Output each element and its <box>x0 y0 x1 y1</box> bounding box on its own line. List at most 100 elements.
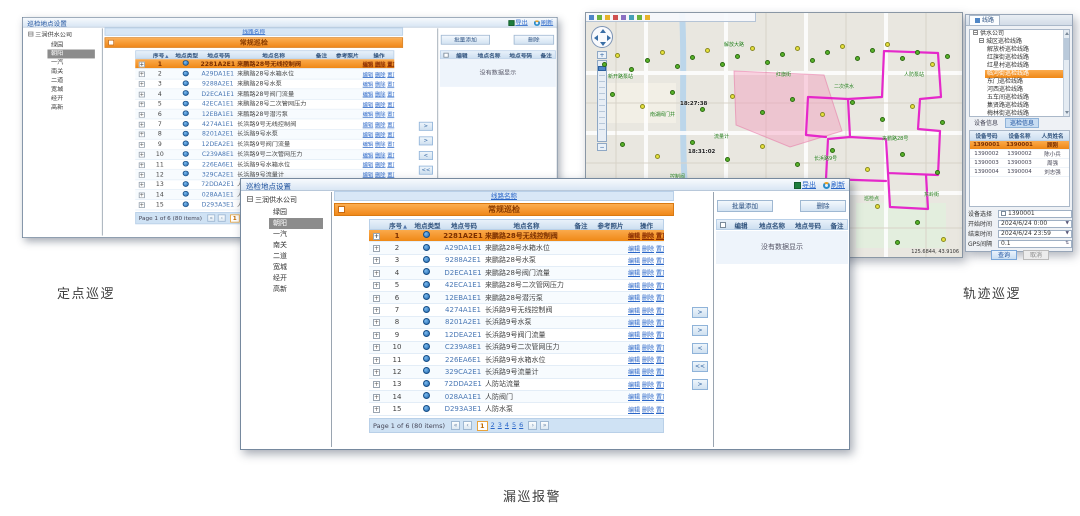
row-action-link[interactable]: 删除 <box>642 357 654 364</box>
tree-collapse-icon[interactable] <box>979 38 984 43</box>
scroll-up-icon[interactable] <box>1065 32 1069 35</box>
patrol-table-row[interactable]: +14028AA1E1人防阀门编辑删除置顶 <box>369 391 664 403</box>
page-number[interactable]: 5 <box>512 421 516 431</box>
dialog-tree-item[interactable]: 宽城 <box>269 262 323 273</box>
map-marker[interactable] <box>655 154 660 159</box>
row-action-link[interactable]: 置顶 <box>387 112 394 118</box>
row-action-link[interactable]: 置顶 <box>656 345 664 352</box>
row-action-link[interactable]: 删除 <box>375 62 386 68</box>
row-action-link[interactable]: 置顶 <box>656 320 664 327</box>
tree-collapse-icon[interactable] <box>973 30 978 35</box>
row-expand-icon[interactable]: + <box>139 102 145 108</box>
patrol-table-row[interactable]: +12329CA2E1长浜路9号流量计编辑删除置顶 <box>369 366 664 378</box>
row-action-link[interactable]: 编辑 <box>628 369 640 376</box>
row-action-link[interactable]: 编辑 <box>628 246 640 253</box>
map-marker[interactable] <box>820 112 825 117</box>
column-header[interactable]: 序号▲ <box>149 51 172 59</box>
patrol-table-row[interactable]: +1372DDA2E1人防站流量编辑删除置顶 <box>369 379 664 391</box>
row-action-link[interactable]: 编辑 <box>363 142 374 148</box>
row-action-link[interactable]: 删除 <box>642 283 654 290</box>
row-action-link[interactable]: 置顶 <box>656 332 664 339</box>
map-marker[interactable] <box>825 50 830 55</box>
refresh-button[interactable]: 刷新 <box>534 19 553 27</box>
row-action-link[interactable]: 编辑 <box>363 152 374 158</box>
device-table-row[interactable]: 13900041390004刘志强 <box>970 168 1069 177</box>
map-marker[interactable] <box>941 237 946 242</box>
map-tool-icon[interactable] <box>645 15 650 20</box>
row-action-link[interactable]: 编辑 <box>628 345 640 352</box>
patrol-table-row[interactable]: +74274A1E1长浜路9号无线控制阀编辑删除置顶 <box>369 304 664 316</box>
patrol-table-row[interactable]: +10C239A8E1长浜路9号二次管网压力编辑删除置顶 <box>135 150 394 160</box>
page-number[interactable]: 4 <box>505 421 509 431</box>
map-pan-control[interactable] <box>591 26 613 48</box>
row-action-link[interactable]: 编辑 <box>628 258 640 265</box>
zoom-in-button[interactable]: + <box>597 51 607 59</box>
form-field-select[interactable]: 2024/6/24 0:00▼ <box>998 220 1072 228</box>
row-action-link[interactable]: 编辑 <box>628 270 640 277</box>
export-button[interactable]: 导出 <box>794 180 816 190</box>
dialog-tree-item[interactable]: 南关 <box>47 67 94 76</box>
row-action-link[interactable]: 删除 <box>642 394 654 401</box>
pan-right-icon[interactable] <box>607 35 611 41</box>
route-group-bar[interactable]: 常规巡检 <box>105 37 404 48</box>
dialog-tree-item[interactable]: 南关 <box>269 240 323 251</box>
patrol-table-row[interactable]: +12281A2E1来鹏路28号无线控制阀编辑删除置顶 <box>369 230 664 242</box>
select-all-checkbox[interactable] <box>443 52 448 57</box>
patrol-table-row[interactable]: +39288A2E1来鹏路28号水泵编辑删除置顶 <box>369 255 664 267</box>
row-action-link[interactable]: 编辑 <box>628 382 640 389</box>
transfer-button[interactable]: < <box>419 151 433 160</box>
transfer-button[interactable]: > <box>419 122 433 131</box>
row-action-link[interactable]: 置顶 <box>387 72 394 78</box>
map-marker[interactable] <box>700 107 705 112</box>
row-action-link[interactable]: 置顶 <box>656 369 664 376</box>
patrol-table-row[interactable]: +74274A1E1长浜路9号无线控制阀编辑删除置顶 <box>135 120 394 130</box>
zoom-out-button[interactable]: − <box>597 143 607 151</box>
map-tool-icon[interactable] <box>621 15 626 20</box>
map-marker[interactable] <box>765 60 770 65</box>
window-titlebar[interactable]: 巡检地点设置 导出 刷新 <box>23 18 557 28</box>
patrol-table-row[interactable]: +2A29DA1E1来鹏路28号水箱水位编辑删除置顶 <box>135 69 394 79</box>
map-marker[interactable] <box>690 55 695 60</box>
batch-add-button[interactable]: 批量添加 <box>441 35 490 45</box>
form-field-checkbox[interactable]: 1390001 <box>998 210 1072 218</box>
row-expand-icon[interactable]: + <box>139 72 145 78</box>
map-marker[interactable] <box>915 50 920 55</box>
query-button[interactable]: 查询 <box>991 250 1017 260</box>
map-marker[interactable] <box>760 144 765 149</box>
row-expand-icon[interactable]: + <box>373 381 380 388</box>
export-button[interactable]: 导出 <box>508 19 527 27</box>
row-expand-icon[interactable]: + <box>373 257 380 264</box>
row-action-link[interactable]: 置顶 <box>387 102 394 108</box>
device-table-row[interactable]: 13900021390002陈小兵 <box>970 150 1069 159</box>
dialog-tree-item[interactable]: 朝阳 <box>269 218 323 229</box>
map-marker[interactable] <box>855 56 860 61</box>
row-action-link[interactable]: 删除 <box>375 152 386 158</box>
map-tool-icon[interactable] <box>597 15 602 20</box>
row-action-link[interactable]: 删除 <box>375 142 386 148</box>
patrol-table-row[interactable]: +612EBA1E1来鹏路28号潜污泵编辑删除置顶 <box>369 292 664 304</box>
row-action-link[interactable]: 删除 <box>375 102 386 108</box>
patrol-table-row[interactable]: +88201A2E1长浜路9号水泵编辑删除置顶 <box>369 317 664 329</box>
row-expand-icon[interactable]: + <box>373 282 380 289</box>
patrol-table-row[interactable]: +10C239A8E1长浜路9号二次管网压力编辑删除置顶 <box>369 342 664 354</box>
first-page-button[interactable]: « <box>451 421 460 430</box>
row-action-link[interactable]: 删除 <box>375 92 386 98</box>
row-expand-icon[interactable]: + <box>373 344 380 351</box>
first-page-button[interactable]: « <box>207 214 215 221</box>
map-marker[interactable] <box>880 117 885 122</box>
row-expand-icon[interactable]: + <box>139 82 145 88</box>
row-action-link[interactable]: 删除 <box>642 258 654 265</box>
map-tool-icon[interactable] <box>605 15 610 20</box>
dialog-tree-item[interactable]: 经开 <box>269 273 323 284</box>
zoom-slider[interactable] <box>597 60 607 142</box>
map-marker[interactable] <box>645 58 650 63</box>
row-expand-icon[interactable]: + <box>373 233 380 240</box>
row-expand-icon[interactable]: + <box>139 142 145 148</box>
row-action-link[interactable]: 编辑 <box>628 320 640 327</box>
map-marker[interactable] <box>895 240 900 245</box>
transfer-button[interactable]: < <box>692 343 708 354</box>
row-expand-icon[interactable]: + <box>139 172 145 178</box>
route-tree-leaf[interactable]: 梅林街巡检线路 <box>985 110 1069 117</box>
map-marker[interactable] <box>795 162 800 167</box>
row-action-link[interactable]: 编辑 <box>628 357 640 364</box>
